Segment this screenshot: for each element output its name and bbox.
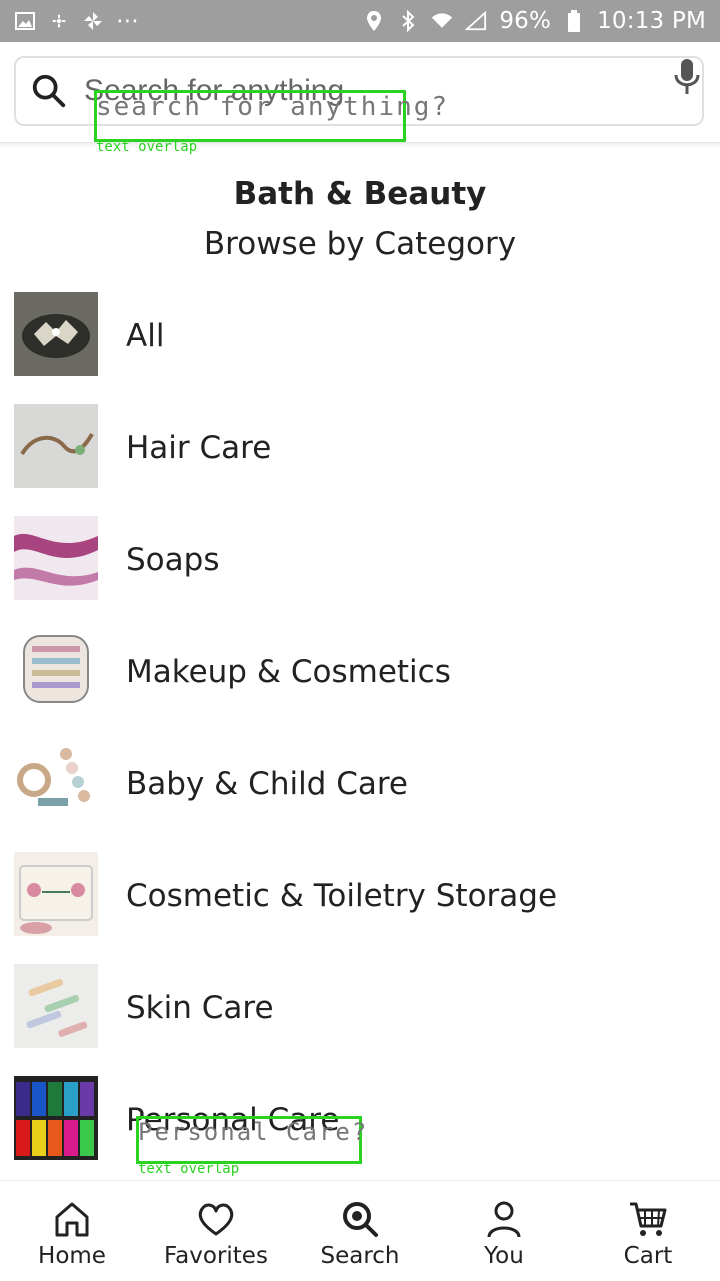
category-label: All xyxy=(126,318,165,354)
category-label: Skin Care xyxy=(126,990,274,1026)
overlap-tag-search: text overlap xyxy=(96,139,198,155)
bluetooth-icon xyxy=(397,10,419,32)
gallery-icon xyxy=(14,10,36,32)
thumbnail-teething-beads xyxy=(14,740,98,824)
category-label: Cosmetic & Toiletry Storage xyxy=(126,878,558,914)
category-label: Soaps xyxy=(126,542,220,578)
nav-cart[interactable]: Cart xyxy=(576,1181,720,1281)
nav-label: You xyxy=(484,1243,524,1269)
category-item-storage[interactable]: Cosmetic & Toiletry Storage xyxy=(0,840,720,952)
location-icon xyxy=(363,10,385,32)
status-bar: ⋯ 96% 10:13 PM xyxy=(0,0,720,42)
category-item-all[interactable]: All xyxy=(0,280,720,392)
search-icon xyxy=(343,1202,378,1237)
overlap-text-search: search for anything? xyxy=(96,92,450,122)
clock: 10:13 PM xyxy=(597,8,706,34)
overlap-text-personal-care: Personal Care? xyxy=(138,1118,369,1146)
user-icon xyxy=(487,1201,521,1238)
search-icon xyxy=(32,74,66,108)
nav-favorites[interactable]: Favorites xyxy=(144,1181,288,1281)
overlap-tag-personal-care: text overlap xyxy=(138,1161,240,1177)
signal-icon xyxy=(465,10,487,32)
thumbnail-soap xyxy=(14,516,98,600)
nav-label: Search xyxy=(320,1243,400,1269)
nav-you[interactable]: You xyxy=(432,1181,576,1281)
thumbnail-colorful-yarn xyxy=(14,1076,98,1160)
category-item-hair-care[interactable]: Hair Care xyxy=(0,392,720,504)
category-item-skin-care[interactable]: Skin Care xyxy=(0,952,720,1064)
thumbnail-lip-balms xyxy=(14,964,98,1048)
battery-percent: 96% xyxy=(499,8,552,34)
page-title: Bath & Beauty xyxy=(233,176,487,212)
category-label: Makeup & Cosmetics xyxy=(126,654,451,690)
bottom-nav: Home Favorites Search You Cart xyxy=(0,1180,720,1281)
thumbnail-hair-vine xyxy=(14,404,98,488)
thumbnail-tiara xyxy=(14,292,98,376)
category-item-soaps[interactable]: Soaps xyxy=(0,504,720,616)
home-icon xyxy=(55,1202,89,1237)
thumbnail-cosmetic-bag xyxy=(14,852,98,936)
pinwheel-icon xyxy=(82,10,104,32)
nav-search[interactable]: Search xyxy=(288,1181,432,1281)
category-item-baby[interactable]: Baby & Child Care xyxy=(0,728,720,840)
nav-label: Favorites xyxy=(164,1243,268,1269)
nav-label: Cart xyxy=(623,1243,673,1269)
cart-icon xyxy=(630,1202,667,1236)
wifi-icon xyxy=(431,10,453,32)
battery-icon xyxy=(563,10,585,32)
category-item-makeup[interactable]: Makeup & Cosmetics xyxy=(0,616,720,728)
heart-icon xyxy=(198,1203,234,1236)
fan-icon xyxy=(48,10,70,32)
thumbnail-compact-mirror xyxy=(14,628,98,712)
microphone-icon[interactable] xyxy=(672,58,702,96)
category-label: Baby & Child Care xyxy=(126,766,408,802)
nav-home[interactable]: Home xyxy=(0,1181,144,1281)
page-subtitle: Browse by Category xyxy=(203,226,517,262)
more-dots: ⋯ xyxy=(116,8,140,34)
category-label: Hair Care xyxy=(126,430,272,466)
nav-label: Home xyxy=(38,1243,106,1269)
